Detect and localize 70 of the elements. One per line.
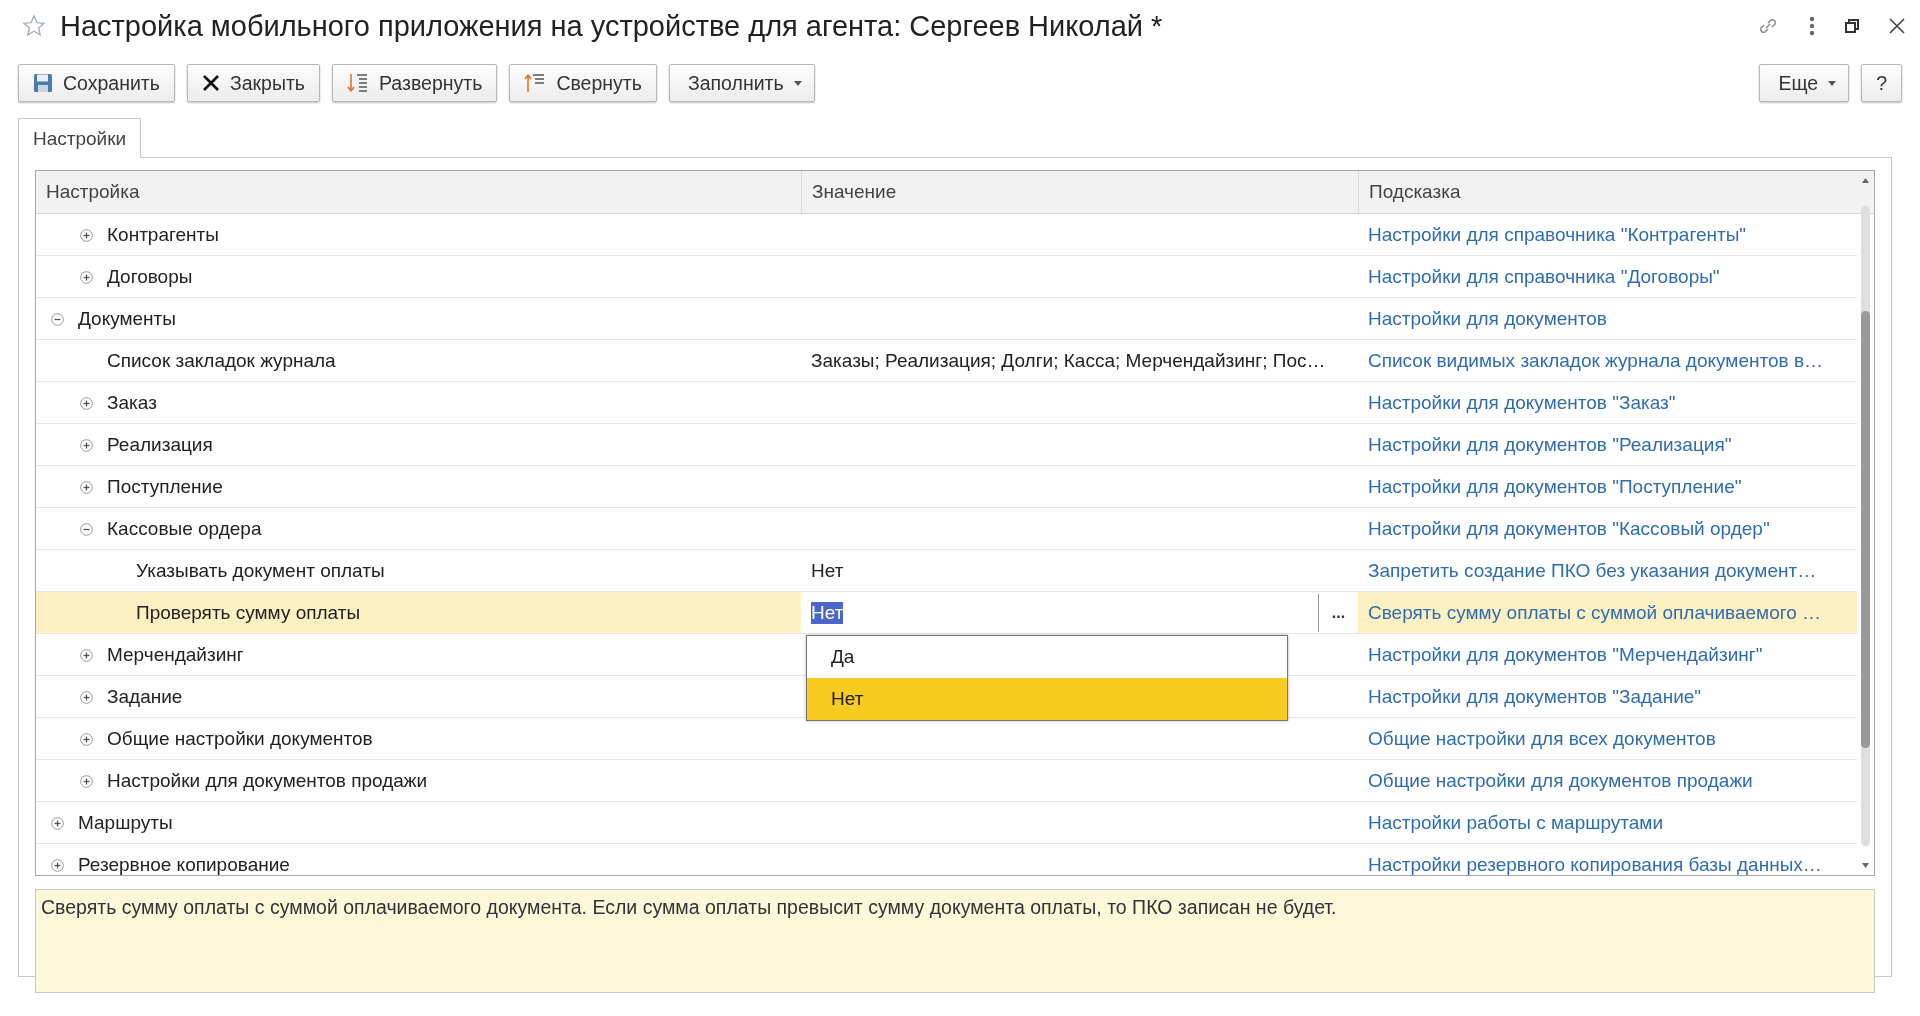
hint-link[interactable]: Настройки для документов "Задание" (1368, 685, 1702, 708)
setting-name: Кассовые ордера (107, 517, 262, 540)
hint-link[interactable]: Настройки для справочника "Контрагенты" (1368, 223, 1747, 246)
setting-name: Документы (78, 307, 176, 330)
star-icon[interactable] (22, 14, 46, 38)
setting-name: Настройки для документов продажи (107, 769, 428, 792)
hint-link[interactable]: Настройки для документов "Мерчендайзинг" (1368, 643, 1763, 666)
setting-name: Договоры (107, 265, 193, 288)
hint-link[interactable]: Запретить создание ПКО без указания документ… (1368, 559, 1817, 582)
expand-toggle-icon[interactable] (80, 775, 93, 788)
setting-name: Проверять сумму оплаты (136, 601, 361, 624)
expand-toggle-icon[interactable] (80, 733, 93, 746)
setting-name: Резервное копирование (78, 853, 290, 875)
column-header[interactable]: Подсказка (1358, 171, 1874, 214)
hint-link[interactable]: Настройки для документов "Поступление" (1368, 475, 1742, 498)
window-title: Настройка мобильного приложения на устройстве для агента: Сергеев Николай * (60, 9, 1164, 43)
expand-list-icon (347, 72, 369, 94)
setting-name: Поступление (107, 475, 223, 498)
dropdown-option[interactable]: Нет (807, 678, 1287, 720)
hint-link[interactable]: Общие настройки для документов продажи (1368, 769, 1753, 792)
tab[interactable]: Настройки (18, 118, 142, 158)
caret-icon (1828, 80, 1837, 86)
hint-link[interactable]: Настройки для документов "Кассовый ордер" (1368, 517, 1770, 540)
collapse-list-icon (524, 72, 547, 94)
expand-toggle-icon[interactable] (80, 481, 93, 494)
expand-toggle-icon[interactable] (51, 817, 64, 830)
save-button[interactable]: Сохранить (18, 64, 175, 102)
close-icon[interactable] (1888, 17, 1906, 35)
collapse-toggle-icon[interactable] (51, 313, 64, 326)
setting-name: Указывать документ оплаты (136, 559, 385, 582)
menu-button[interactable]: Заполнить (668, 64, 815, 102)
expand-toggle-icon[interactable] (80, 439, 93, 452)
setting-value: Заказы; Реализация; Долги; Касса; Мерчендайзинг; Пос… (811, 349, 1326, 372)
hint-link[interactable]: Общие настройки для всех документов (1368, 727, 1716, 750)
hint-link[interactable]: Настройки работы с маршрутами (1368, 811, 1664, 834)
setting-name: Маршруты (78, 811, 173, 834)
expand-toggle-icon[interactable] (51, 859, 64, 872)
setting-name: Контрагенты (107, 223, 219, 246)
hint-link[interactable]: Настройки для документов "Реализация" (1368, 433, 1732, 456)
hint-link[interactable]: Настройки для документов (1368, 307, 1607, 330)
dropdown-option[interactable]: Да (807, 636, 1287, 678)
expand-toggle-icon[interactable] (80, 397, 93, 410)
close-button[interactable]: Закрыть (186, 64, 320, 102)
setting-name: Список закладок журнала (107, 349, 336, 372)
column-header[interactable]: Настройка (36, 171, 801, 214)
setting-name: Общие настройки документов (107, 727, 373, 750)
hint-link[interactable]: Настройки для справочника "Договоры" (1368, 265, 1720, 288)
expand-toggle-icon[interactable] (80, 271, 93, 284)
description-text: Сверять сумму оплаты с суммой оплачиваемого документа. Если сумма оплаты превысит сумму документа оплаты, то ПКО записан не будет. (41, 896, 1338, 919)
close-icon (201, 74, 220, 92)
column-header[interactable]: Значение (801, 171, 1358, 214)
setting-name: Мерчендайзинг (107, 643, 244, 666)
expand-toggle-icon[interactable] (80, 649, 93, 662)
hint-link[interactable]: Настройки резервного копирования базы данных… (1368, 853, 1822, 875)
restore-window-icon[interactable] (1844, 18, 1860, 34)
help-button[interactable]: ? (1861, 64, 1902, 102)
setting-name: Реализация (107, 433, 213, 456)
collapse-toggle-icon[interactable] (80, 523, 93, 536)
expand-toggle-icon[interactable] (80, 691, 93, 704)
collapse-button[interactable]: Свернуть (509, 64, 657, 102)
expand-toggle-icon[interactable] (80, 229, 93, 242)
hint-link[interactable]: Настройки для документов "Заказ" (1368, 391, 1676, 414)
more-icon[interactable] (1808, 15, 1816, 37)
setting-name: Задание (107, 685, 183, 708)
hint-link[interactable]: Список видимых закладок журнала документов в… (1368, 349, 1823, 372)
expand-button[interactable]: Развернуть (332, 64, 498, 102)
setting-value: Нет (811, 559, 844, 582)
setting-name: Заказ (107, 391, 157, 414)
caret-icon (793, 80, 802, 86)
menu-button[interactable]: Еще (1759, 64, 1850, 102)
